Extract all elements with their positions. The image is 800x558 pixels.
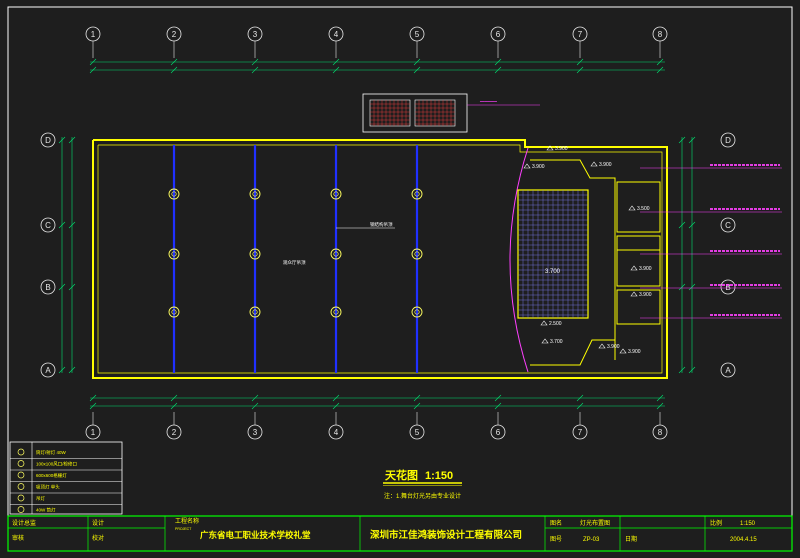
axis-label-6: 6: [496, 428, 501, 437]
axis-label-8: 8: [658, 428, 663, 437]
elevation-marker: [630, 291, 638, 297]
side-rooms: [530, 159, 661, 366]
axis-label-5: 5: [415, 30, 420, 39]
title-block: 设计总监 审核 设计 校对 工程名称 PROJECT 广东省电工职业技术学校礼堂…: [7, 515, 793, 552]
right-annotations: [640, 164, 782, 319]
legend-dot-icon: [17, 506, 25, 513]
drawing-note: 注：1.舞台灯光另由专业设计: [384, 492, 461, 500]
axis-label-A: A: [725, 366, 731, 375]
tb-project-small: PROJECT: [175, 527, 192, 531]
axis-label-3: 3: [253, 428, 258, 437]
hall-outline: [92, 139, 668, 379]
legend-square-icon: [17, 471, 25, 479]
tb-drawing-no-label: 图号: [550, 536, 562, 543]
tb-scale: 1:150: [740, 521, 756, 527]
legend-sun-icon: [17, 483, 25, 490]
elevation-marker: [628, 205, 636, 211]
tb-drawing-no: ZP-03: [583, 537, 600, 543]
tb-design-label: 设计总监: [12, 519, 36, 527]
legend-circle-cross-icon: [17, 448, 25, 456]
tb-check-sub: 校对: [92, 534, 104, 542]
tb-drawing-name: 灯光布置图: [580, 519, 610, 527]
legend-label: 40W 筒灯: [36, 507, 56, 514]
elevation-marker: [540, 320, 548, 326]
axis-label-C: C: [725, 221, 731, 230]
elevation-value: 3.900: [555, 146, 568, 152]
elevation-value: 2.500: [549, 321, 562, 327]
elevation-marker: [630, 265, 638, 271]
dimension-lines: [58, 58, 696, 410]
ceiling-beams: [172, 145, 419, 373]
stage-grid-elevation: 3.700: [545, 269, 561, 275]
axis-label-2: 2: [172, 428, 177, 437]
stage-grid-ceiling: 3.700: [517, 189, 589, 319]
axis-label-D: D: [45, 136, 51, 145]
tb-design-sub: 审核: [12, 534, 24, 542]
legend-label: 筒灯/射灯 40W: [36, 449, 67, 456]
elevation-marker: [619, 348, 627, 354]
hall-wall: [92, 139, 668, 379]
axis-label-6: 6: [496, 30, 501, 39]
legend-label: 100x100风口/检修口: [36, 461, 77, 468]
ceiling-lights: [168, 188, 423, 318]
elevation-value: 3.900: [639, 266, 652, 272]
hall-inner-wall: [97, 144, 663, 374]
tb-drawing-label: 图名: [550, 519, 562, 527]
axis-label-4: 4: [334, 30, 339, 39]
detail-note: ━━━━━━━: [479, 99, 497, 104]
side-room-wall-lower: [530, 339, 615, 366]
elevation-value: 3.900: [628, 349, 641, 355]
axis-label-3: 3: [253, 30, 258, 39]
detail-grid-box: ━━━━━━━: [362, 93, 540, 133]
drawing-title-scale: 1:150: [425, 470, 453, 482]
axis-label-1: 1: [91, 30, 96, 39]
beam-note: 钢结构吊顶: [370, 221, 393, 228]
room-2: [616, 235, 661, 287]
tb-project-name: 广东省电工职业技术学校礼堂: [200, 530, 311, 540]
axis-label-7: 7: [578, 428, 583, 437]
axis-label-4: 4: [334, 428, 339, 437]
tb-project-label: 工程名称: [175, 517, 199, 525]
tb-date-label: 日期: [625, 535, 637, 543]
elevation-value: 3.900: [532, 164, 545, 170]
symbol-legend: 筒灯/射灯 40W 100x100风口/检修口 600x600格栅灯吸顶灯 单头吊灯…: [9, 441, 123, 515]
elevation-marker: [541, 338, 549, 344]
elevation-marker: [590, 161, 598, 167]
axis-label-B: B: [45, 283, 50, 292]
legend-label: 吸顶灯 单头: [36, 484, 60, 491]
drawing-title: 天花图: [385, 468, 418, 482]
tb-check-label: 设计: [92, 519, 104, 527]
axis-label-7: 7: [578, 30, 583, 39]
elevation-value: 3.700: [550, 339, 563, 345]
axis-label-1: 1: [91, 428, 96, 437]
legend-cross-icon: [17, 460, 25, 467]
legend-frame: [9, 441, 123, 515]
axis-label-5: 5: [415, 428, 420, 437]
elevation-value: 3.900: [607, 344, 620, 350]
tb-company: 深圳市江佳鸿装饰设计工程有限公司: [370, 529, 522, 541]
elevation-marker: [598, 343, 606, 349]
elevation-value: 3.500: [637, 206, 650, 212]
elevation-value: 3.900: [599, 162, 612, 168]
elevation-marker: [523, 163, 531, 169]
ceiling-plan-drawing: 1122334455667788D DC CB BA A 3.700 3.9003.90…: [7, 6, 793, 552]
tb-scale-label: 比例: [710, 519, 722, 527]
elevation-value: 3.900: [639, 292, 652, 298]
axis-label-2: 2: [172, 30, 177, 39]
legend-ring-icon: [17, 494, 25, 502]
axis-label-A: A: [45, 366, 51, 375]
hall-label: 观众厅吊顶: [283, 260, 306, 266]
legend-label: 600x600格栅灯: [36, 472, 67, 479]
axis-label-D: D: [725, 136, 731, 145]
legend-label: 吊灯: [36, 495, 45, 502]
axis-label-C: C: [45, 221, 51, 230]
tb-date: 2004.4.15: [730, 537, 757, 543]
axis-label-8: 8: [658, 30, 663, 39]
